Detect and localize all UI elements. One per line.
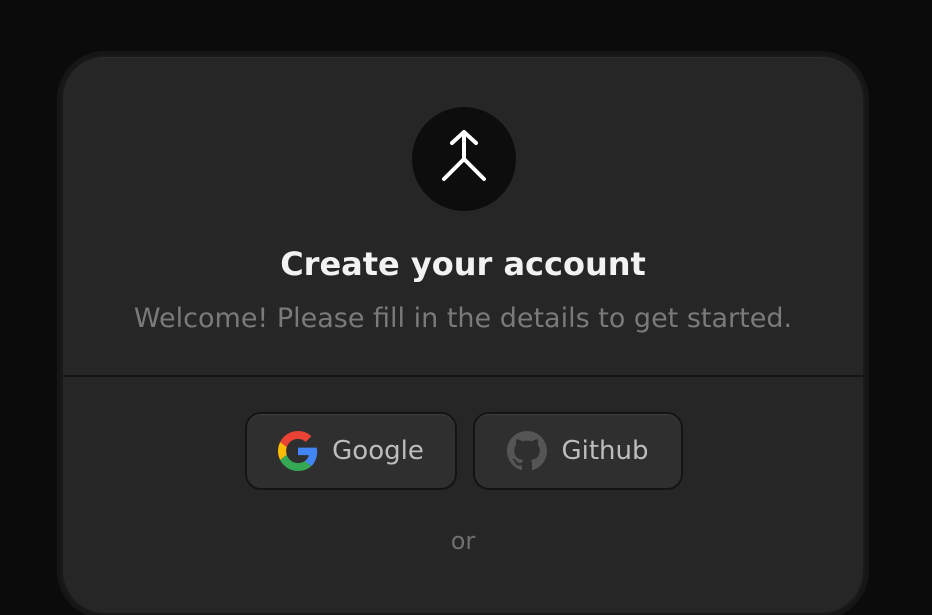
google-icon [278,431,318,471]
github-button-label: Github [561,436,649,466]
app-logo [412,107,516,211]
google-signin-button[interactable]: Google [245,412,457,490]
github-icon [507,431,548,471]
merge-arrow-icon [440,129,488,189]
google-button-label: Google [332,436,424,466]
page-title: Create your account [280,245,646,283]
signup-card: Create your account Welcome! Please fill… [61,55,865,615]
page-subtitle: Welcome! Please fill in the details to g… [133,303,793,334]
github-signin-button[interactable]: Github [473,412,683,490]
header-divider [63,375,863,377]
or-separator: or [450,527,476,555]
